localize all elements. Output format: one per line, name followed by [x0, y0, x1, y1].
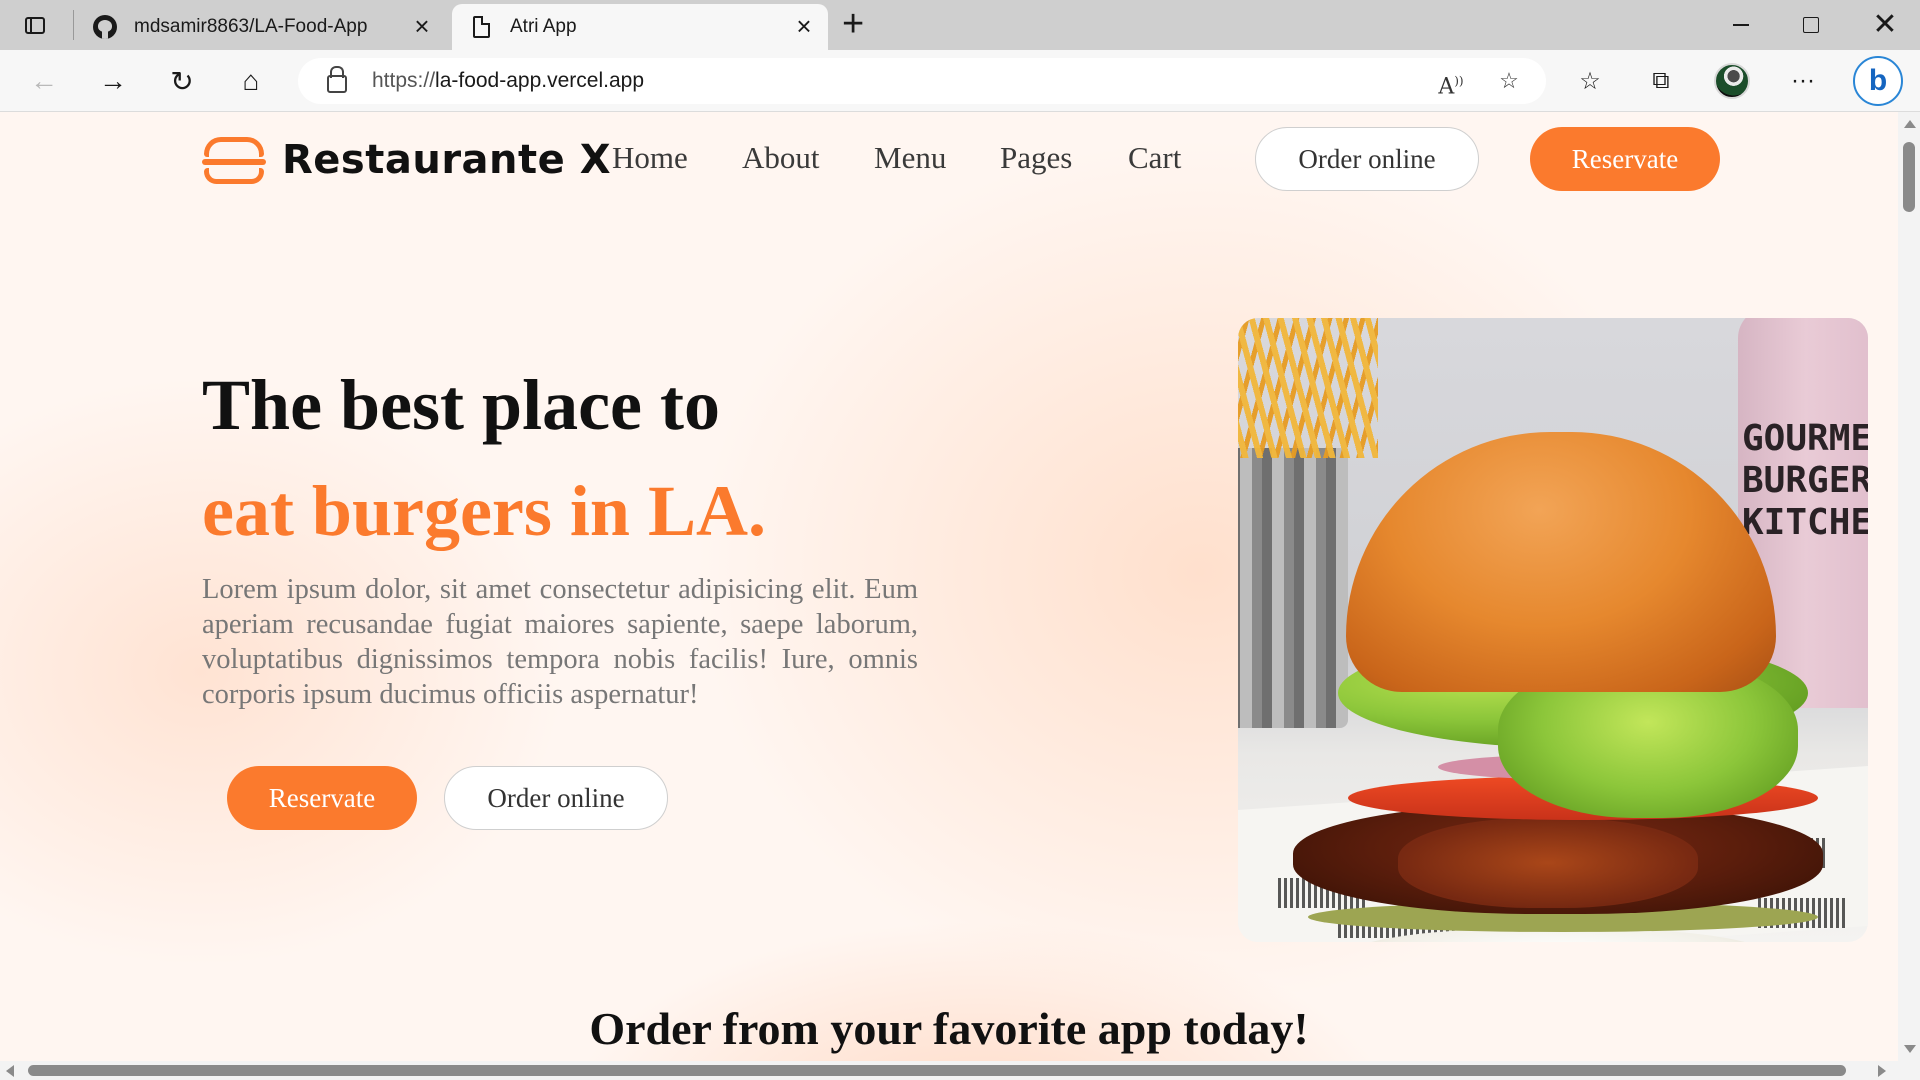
read-aloud-icon[interactable]: A))	[1436, 67, 1466, 99]
close-tab-icon[interactable]: ×	[792, 13, 816, 39]
hero-description: Lorem ipsum dolor, sit amet consectetur …	[202, 574, 918, 710]
scroll-thumb[interactable]	[28, 1065, 1846, 1076]
close-tab-icon[interactable]: ×	[410, 13, 434, 39]
fries-bucket	[1238, 448, 1348, 728]
close-window-button[interactable]: ✕	[1850, 0, 1920, 50]
browser-toolbar: ← → ↻ ⌂ https://la-food-app.vercel.app A…	[0, 50, 1920, 112]
fries	[1238, 318, 1378, 458]
url-text[interactable]: https://la-food-app.vercel.app	[372, 69, 644, 93]
nav-menu[interactable]: Menu	[874, 140, 946, 176]
nav-order-online-button[interactable]: Order online	[1255, 127, 1479, 191]
hero-reservate-button[interactable]: Reservate	[227, 766, 417, 830]
nav-about[interactable]: About	[742, 140, 820, 176]
home-icon[interactable]: ⌂	[229, 60, 273, 102]
cup-print: GOURMET BURGER KITCHEN	[1742, 418, 1868, 543]
scroll-up-icon[interactable]	[1904, 120, 1916, 128]
scroll-thumb[interactable]	[1903, 142, 1915, 212]
scroll-left-icon[interactable]	[6, 1065, 14, 1077]
hero-title-highlight: eat burgers in LA.	[202, 471, 766, 551]
vertical-scrollbar[interactable]	[1898, 112, 1920, 1061]
nav-home[interactable]: Home	[612, 140, 688, 176]
url-protocol: https://	[372, 69, 436, 92]
profile-avatar[interactable]	[1712, 62, 1752, 100]
hero-burger-image: GOURMET BURGER KITCHEN	[1238, 318, 1868, 942]
top-bun	[1346, 432, 1776, 692]
collections-icon[interactable]: ⧉	[1641, 62, 1681, 100]
scroll-down-icon[interactable]	[1904, 1045, 1916, 1053]
nav-pages[interactable]: Pages	[1000, 140, 1072, 176]
minimize-button[interactable]	[1706, 0, 1776, 50]
reload-icon[interactable]: ↻	[160, 60, 204, 102]
glaze	[1398, 818, 1698, 908]
url-host: la-food-app.vercel.app	[435, 69, 644, 92]
nav-cart[interactable]: Cart	[1128, 140, 1181, 176]
back-icon[interactable]: ←	[22, 60, 66, 102]
nav-reservate-button[interactable]: Reservate	[1530, 127, 1720, 191]
add-favorite-icon[interactable]: ☆	[1494, 67, 1524, 95]
github-icon	[92, 14, 118, 40]
tab-actions-icon[interactable]	[22, 12, 48, 38]
tab-strip: mdsamir8863/LA-Food-App × Atri App × + ✕	[0, 0, 1920, 50]
hero-order-online-button[interactable]: Order online	[444, 766, 668, 830]
apps-section-title: Order from your favorite app today!	[589, 1003, 1309, 1054]
horizontal-scrollbar[interactable]	[0, 1061, 1920, 1080]
tab-github[interactable]: mdsamir8863/LA-Food-App ×	[76, 4, 446, 50]
tab-separator	[73, 10, 74, 40]
tab-title: Atri App	[510, 16, 577, 37]
tab-title: mdsamir8863/LA-Food-App	[134, 16, 368, 37]
site-logo[interactable]: Restaurante X	[202, 132, 611, 188]
lock-icon[interactable]	[326, 66, 347, 93]
new-tab-icon[interactable]: +	[842, 5, 872, 43]
maximize-button[interactable]	[1776, 0, 1846, 50]
brand-name: Restaurante X	[282, 137, 612, 183]
scroll-right-icon[interactable]	[1878, 1065, 1886, 1077]
favorites-icon[interactable]: ☆	[1570, 62, 1610, 100]
hero-title: The best place to	[202, 365, 720, 445]
address-bar[interactable]: https://la-food-app.vercel.app A)) ☆	[298, 58, 1546, 104]
tab-atri-app[interactable]: Atri App ×	[452, 4, 828, 50]
bing-copilot-icon[interactable]: b	[1853, 56, 1903, 106]
burger-logo-icon	[202, 135, 266, 185]
document-icon	[468, 14, 494, 40]
more-options-icon[interactable]: ···	[1783, 62, 1823, 100]
page-viewport: Restaurante X Home About Menu Pages Cart…	[0, 112, 1898, 1061]
forward-icon[interactable]: →	[91, 60, 135, 102]
